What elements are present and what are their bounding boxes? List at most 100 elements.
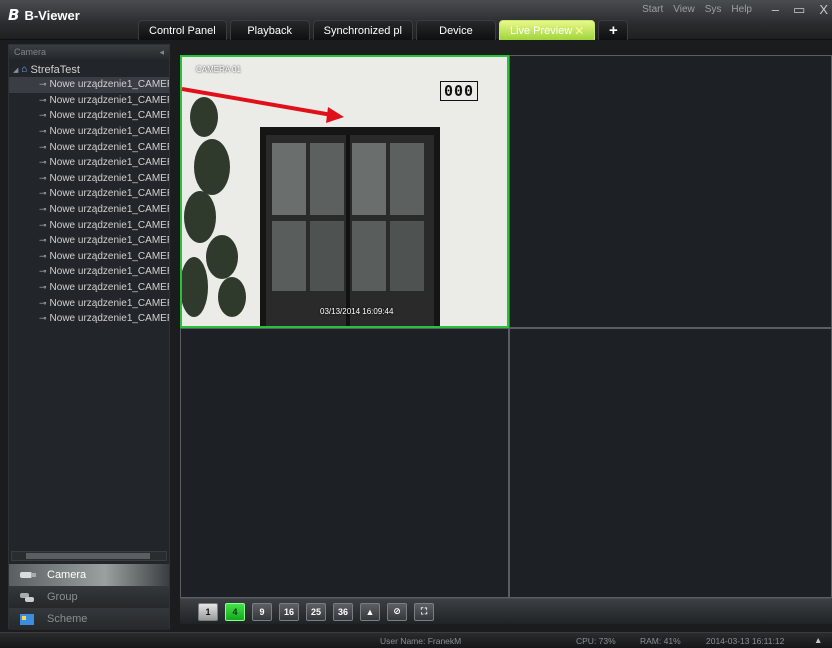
camera-tree-item[interactable]: ⊸Nowe urządzenie1_CAMERA12 (9, 249, 169, 265)
app-logo: B B-Viewer (8, 6, 80, 24)
expand-icon[interactable]: ◢ (13, 66, 18, 74)
layout-toolbar: 1 4 9 16 25 36 ▲ ⊘ ⛶ (180, 598, 832, 624)
status-ram: RAM: 41% (640, 636, 681, 646)
camera-tree-item[interactable]: ⊸Nowe urządzenie1_CAMERA04 (9, 124, 169, 140)
minimize-icon[interactable]: – (772, 2, 779, 18)
tab-close-icon[interactable]: ✕ (574, 24, 584, 38)
video-cell-3[interactable] (180, 328, 509, 598)
camera-icon: ⊸ (39, 79, 47, 90)
camera-tree-label: Nowe urządzenie1_CAMERA10 (49, 219, 169, 231)
layout-36-button[interactable]: 36 (333, 602, 353, 621)
close-icon[interactable]: X (819, 2, 828, 18)
tab-control-panel[interactable]: Control Panel (138, 20, 227, 40)
status-bar: User Name: FranekM CPU: 73% RAM: 41% 201… (0, 632, 832, 648)
camera-icon: ⊸ (39, 110, 47, 121)
logo-mark: B (8, 6, 20, 24)
camera-icon: ⊸ (39, 235, 47, 246)
camera-tree-item[interactable]: ⊸Nowe urządzenie1_CAMERA15 (9, 295, 169, 311)
camera-icon: ⊸ (39, 94, 47, 105)
camera-tree-item[interactable]: ⊸Nowe urządzenie1_CAMERA16 (9, 311, 169, 327)
camera-icon: ⊸ (39, 204, 47, 215)
camera-icon: ⊸ (39, 157, 47, 168)
scrollbar-thumb[interactable] (26, 553, 150, 559)
camera-tree-label: Nowe urządzenie1_CAMERA11 (49, 235, 169, 247)
camera-tree-item[interactable]: ⊸Nowe urządzenie1_CAMERA03 (9, 108, 169, 124)
camera-tree-label: Nowe urządzenie1_CAMERA08 (49, 188, 169, 200)
camera-tree-item[interactable]: ⊸Nowe urządzenie1_CAMERA01 (9, 77, 169, 93)
menu-start[interactable]: Start (642, 4, 663, 15)
close-all-button[interactable]: ⊘ (387, 602, 407, 621)
house-icon: ⌂ (21, 64, 28, 75)
layout-1-button[interactable]: 1 (198, 602, 218, 621)
camera-tree-label: Nowe urządzenie1_CAMERA03 (49, 110, 169, 122)
menu-help[interactable]: Help (731, 4, 752, 15)
tab-device[interactable]: Device (415, 20, 496, 40)
camera-icon: ⊸ (39, 313, 47, 324)
camera-tree-label: Nowe urządzenie1_CAMERA05 (49, 141, 169, 153)
tab-bar: Control Panel Playback Synchronized pl D… (138, 20, 629, 40)
camera-tree-item[interactable]: ⊸Nowe urządzenie1_CAMERA10 (9, 217, 169, 233)
app-title: B-Viewer (24, 7, 80, 23)
camera-icon: ⊸ (39, 141, 47, 152)
layout-9-button[interactable]: 9 (252, 602, 272, 621)
camera-tree-item[interactable]: ⊸Nowe urządzenie1_CAMERA11 (9, 233, 169, 249)
nav-scheme-label: Scheme (47, 613, 88, 625)
video-cell-2[interactable] (509, 55, 832, 328)
tree-root-strefatest[interactable]: ◢ ⌂ StrefaTest (9, 62, 169, 77)
video-cell-4[interactable] (509, 328, 832, 598)
menu-sys[interactable]: Sys (705, 4, 722, 15)
camera-icon: ⊸ (39, 297, 47, 308)
nav-camera-button[interactable]: Camera (9, 564, 169, 586)
camera-tree-label: Nowe urządzenie1_CAMERA02 (49, 94, 169, 106)
layout-custom-button[interactable]: ▲ (360, 602, 380, 621)
camera-tree-item[interactable]: ⊸Nowe urządzenie1_CAMERA05 (9, 139, 169, 155)
camera-tree-item[interactable]: ⊸Nowe urządzenie1_CAMERA09 (9, 202, 169, 218)
horizontal-scrollbar[interactable] (11, 551, 167, 561)
camera-tree-item[interactable]: ⊸Nowe urządzenie1_CAMERA02 (9, 93, 169, 109)
scheme-icon (19, 612, 37, 626)
camera-tree-item[interactable]: ⊸Nowe urządzenie1_CAMERA14 (9, 280, 169, 296)
nav-camera-label: Camera (47, 569, 87, 581)
nav-group-button[interactable]: Group (9, 586, 169, 608)
layout-16-button[interactable]: 16 (279, 602, 299, 621)
camera-icon (19, 568, 37, 582)
osd-counter: 000 (440, 81, 479, 101)
camera-tree-item[interactable]: ⊸Nowe urządzenie1_CAMERA07 (9, 171, 169, 187)
layout-4-button[interactable]: 4 (225, 602, 245, 621)
fullscreen-button[interactable]: ⛶ (414, 602, 434, 621)
panel-header: Camera ◂ (9, 45, 169, 59)
video-timestamp: 03/13/2014 16:09:44 (320, 307, 394, 316)
camera-icon: ⊸ (39, 266, 47, 277)
status-user: User Name: FranekM (380, 636, 462, 646)
menu-view[interactable]: View (673, 4, 695, 15)
tab-synchronized-playback[interactable]: Synchronized pl (312, 20, 413, 40)
camera-tree-item[interactable]: ⊸Nowe urządzenie1_CAMERA13 (9, 264, 169, 280)
camera-tree-label: Nowe urządzenie1_CAMERA06 (49, 157, 169, 169)
camera-tree-label: Nowe urządzenie1_CAMERA16 (49, 313, 169, 325)
camera-icon: ⊸ (39, 188, 47, 199)
camera-icon: ⊸ (39, 282, 47, 293)
top-menu: Start View Sys Help (642, 4, 752, 15)
title-bar: B B-Viewer Control Panel Playback Synchr… (0, 0, 832, 40)
device-panel: Camera ◂ ◢ ⌂ StrefaTest ⊸ Nowe urządzenie… (8, 44, 170, 630)
tab-live-preview[interactable]: Live Preview ✕ (498, 20, 596, 40)
tab-playback[interactable]: Playback (229, 20, 310, 40)
preview-grid: CAMERA 01 000 03/13/2014 16:09:44 (180, 55, 832, 598)
layout-25-button[interactable]: 25 (306, 602, 326, 621)
camera-icon: ⊸ (39, 219, 47, 230)
nav-group-label: Group (47, 591, 78, 603)
camera-tree-label: Nowe urządzenie1_CAMERA14 (49, 282, 169, 294)
nav-scheme-button[interactable]: Scheme (9, 608, 169, 630)
video-cell-1[interactable]: CAMERA 01 000 03/13/2014 16:09:44 (180, 55, 509, 328)
status-datetime: 2014-03-13 16:11:12 (706, 636, 785, 646)
restore-icon[interactable]: ▭ (793, 2, 805, 18)
camera-icon: ⊸ (39, 126, 47, 137)
camera-overlay-label: CAMERA 01 (196, 65, 241, 74)
collapse-panel-icon[interactable]: ◂ (159, 47, 164, 58)
status-expand-icon[interactable]: ▲ (814, 635, 822, 645)
add-tab-button[interactable]: + (598, 20, 629, 40)
tree-root-label: StrefaTest (30, 63, 80, 76)
camera-tree-item[interactable]: ⊸Nowe urządzenie1_CAMERA06 (9, 155, 169, 171)
window-controls: – ▭ X (772, 2, 828, 18)
camera-tree-item[interactable]: ⊸Nowe urządzenie1_CAMERA08 (9, 186, 169, 202)
